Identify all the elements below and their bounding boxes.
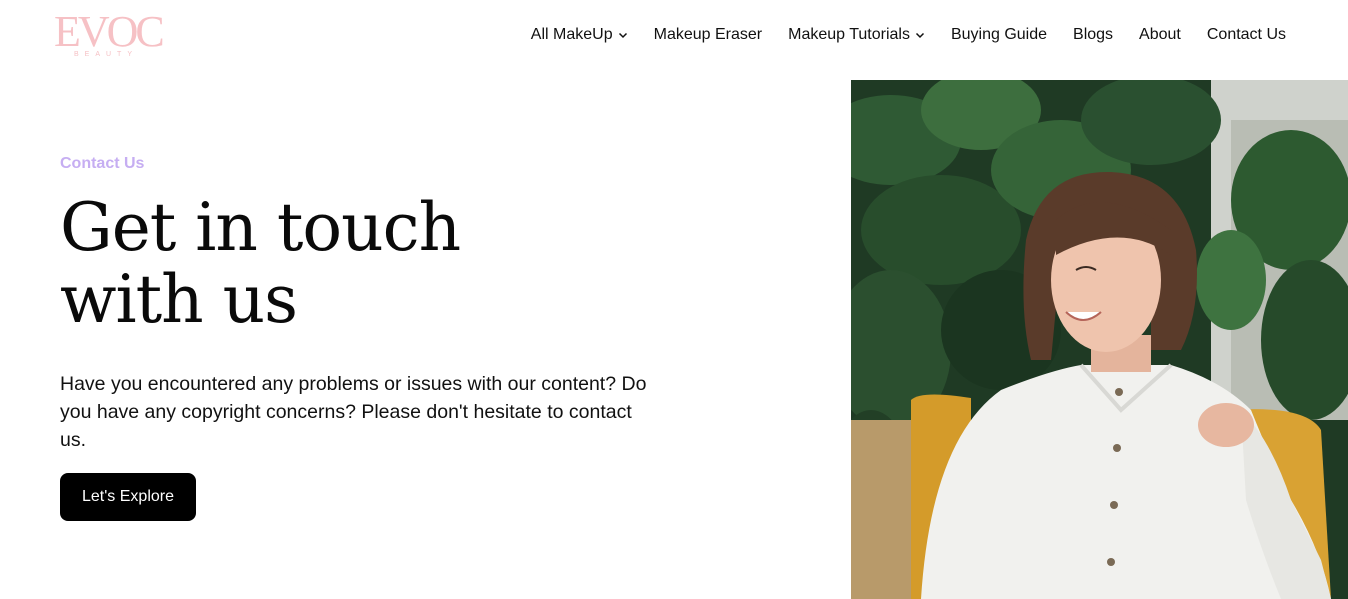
nav-item-blogs[interactable]: Blogs (1060, 24, 1126, 46)
logo-wordmark: EVOC (54, 7, 165, 56)
nav-item-label: About (1139, 26, 1181, 43)
lets-explore-button[interactable]: Let's Explore (60, 473, 196, 521)
nav-item-label: Blogs (1073, 26, 1114, 43)
hero-photo (851, 80, 1348, 599)
logo-subtitle: BEAUTY (74, 51, 139, 58)
nav-item-label: Makeup Eraser (653, 26, 763, 43)
nav-item-label: All MakeUp (530, 26, 613, 43)
nav-item-buying-guide[interactable]: Buying Guide (938, 24, 1060, 46)
headline-line-1: Get in touch (60, 189, 461, 266)
chevron-down-icon (915, 32, 924, 39)
chevron-down-icon (618, 32, 627, 39)
nav-item-contact-us[interactable]: Contact Us (1194, 24, 1286, 46)
brand-logo[interactable]: EVOC BEAUTY (54, 7, 178, 62)
nav-item-about[interactable]: About (1126, 24, 1194, 46)
nav-item-all-makeup[interactable]: All MakeUp (518, 24, 641, 46)
headline-line-2: with us (60, 261, 298, 338)
nav-item-label: Makeup Tutorials (788, 26, 910, 43)
nav-item-makeup-tutorials[interactable]: Makeup Tutorials (775, 24, 938, 46)
hero-photo-illustration (851, 80, 1348, 599)
nav-item-label: Contact Us (1206, 26, 1286, 43)
hero-headline: Get in touch with us (60, 192, 580, 336)
nav-item-label: Buying Guide (950, 26, 1048, 43)
nav-item-makeup-eraser[interactable]: Makeup Eraser (641, 24, 776, 46)
hero-eyebrow: Contact Us (60, 155, 145, 172)
main-nav: All MakeUp Makeup Eraser Makeup Tutorial… (518, 24, 1286, 46)
hero-description: Have you encountered any problems or iss… (60, 373, 647, 451)
